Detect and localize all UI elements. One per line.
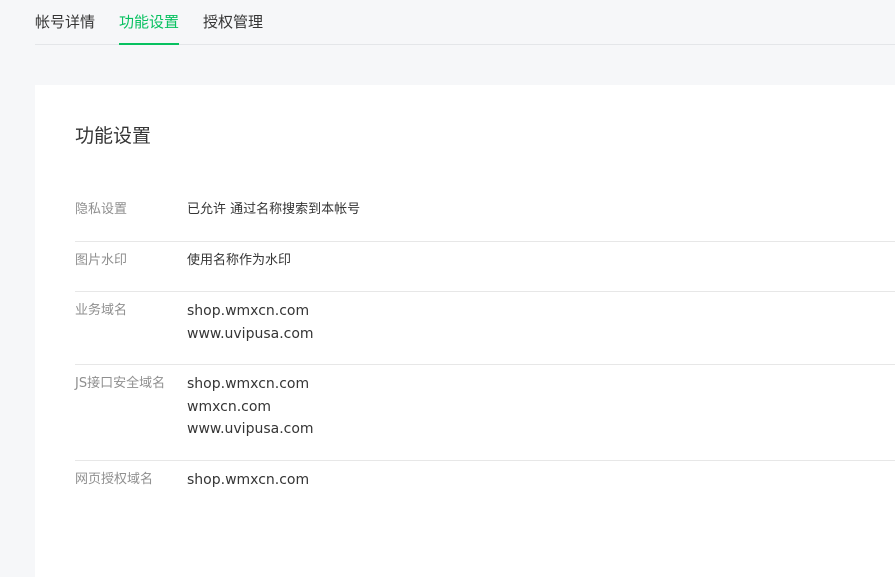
row-label: 隐私设置 — [75, 202, 128, 217]
tab-authorization-management[interactable]: 授权管理 — [203, 12, 263, 45]
settings-card: 功能设置 隐私设置 已允许 通过名称搜索到本帐号 图片水印 使用名称作为水印 业… — [35, 85, 895, 577]
row-values: 已允许 通过名称搜索到本帐号 — [187, 199, 360, 222]
row-value: www.uvipusa.com — [187, 421, 314, 437]
row-value: www.uvipusa.com — [187, 325, 314, 342]
tab-account-details[interactable]: 帐号详情 — [35, 12, 95, 45]
settings-list: 隐私设置 已允许 通过名称搜索到本帐号 图片水印 使用名称作为水印 业务域名 s… — [75, 191, 895, 510]
row-value: shop.wmxcn.com — [187, 471, 310, 488]
row-label: 图片水印 — [75, 252, 128, 268]
row-label: 网页授权域名 — [75, 471, 154, 487]
row-label: 业务域名 — [75, 303, 128, 318]
tab-bar: 帐号详情 功能设置 授权管理 — [35, 0, 895, 45]
row-value: 使用名称作为水印 — [187, 252, 292, 268]
settings-row-privacy: 隐私设置 已允许 通过名称搜索到本帐号 — [75, 191, 895, 242]
row-values: shop.wmxcn.com wmxcn.com www.uvipusa.com — [187, 373, 314, 441]
row-value: wmxcn.com — [187, 398, 272, 415]
row-values: shop.wmxcn.com www.uvipusa.com — [187, 300, 314, 345]
tab-feature-settings[interactable]: 功能设置 — [119, 12, 180, 45]
settings-row-web-auth-domain: 网页授权域名 shop.wmxcn.com — [75, 461, 895, 511]
row-values: 使用名称作为水印 — [187, 250, 291, 273]
settings-row-js-safe-domain: JS接口安全域名 shop.wmxcn.com wmxcn.com www.uv… — [75, 365, 895, 461]
row-label: JS接口安全域名 — [75, 376, 166, 391]
settings-row-business-domain: 业务域名 shop.wmxcn.com www.uvipusa.com — [75, 292, 895, 365]
row-value: 已允许 通过名称搜索到本帐号 — [187, 202, 361, 217]
card-title: 功能设置 — [75, 125, 152, 147]
settings-row-image-watermark: 图片水印 使用名称作为水印 — [75, 242, 895, 292]
row-values: shop.wmxcn.com — [187, 469, 309, 492]
row-value: shop.wmxcn.com — [187, 303, 310, 319]
row-value: shop.wmxcn.com — [187, 376, 310, 392]
